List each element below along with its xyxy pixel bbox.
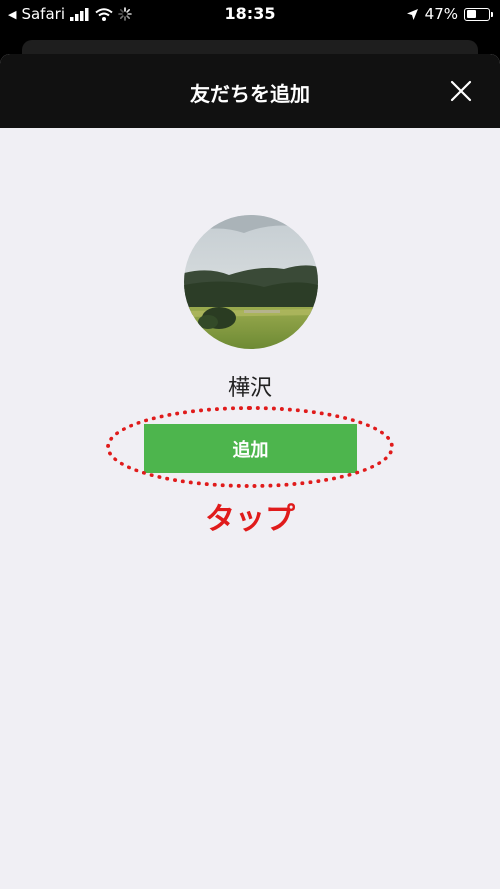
sheet-title: 友だちを追加 (190, 82, 310, 106)
battery-icon (464, 7, 493, 21)
status-bar: ◀ Safari 18:35 47% (0, 0, 500, 30)
sheet-header: 友だちを追加 (0, 54, 500, 128)
add-friend-button[interactable]: 追加 (144, 424, 357, 473)
profile-avatar (184, 215, 318, 349)
status-right: 47% (406, 5, 493, 23)
tap-instruction-label: タップ (205, 502, 295, 537)
friend-name: 樺沢 (227, 376, 272, 401)
battery-level (466, 10, 476, 18)
location-arrow-icon (406, 8, 418, 20)
landscape-photo (184, 215, 318, 349)
add-friend-sheet: 友だちを追加 樺沢 追加 タップ (0, 54, 500, 889)
close-icon[interactable] (446, 76, 476, 106)
battery-percent: 47% (424, 5, 458, 23)
close-button[interactable] (446, 76, 476, 106)
battery-tip (491, 11, 493, 17)
